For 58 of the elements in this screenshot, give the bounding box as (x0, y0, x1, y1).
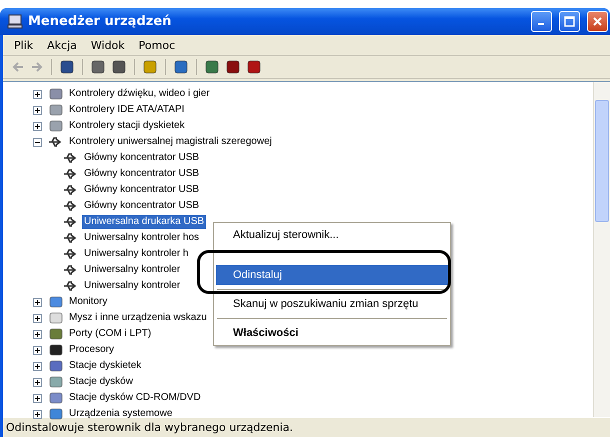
tree-item[interactable]: Stacje dyskietek (67, 359, 144, 373)
computer-icon (7, 14, 23, 29)
usb-icon (63, 199, 79, 213)
usb-icon (63, 247, 79, 261)
expand-toggle[interactable] (33, 106, 42, 114)
menu-item[interactable]: Plik (7, 38, 40, 52)
menu-item[interactable]: Pomoc (132, 38, 182, 52)
expand-toggle[interactable] (33, 394, 42, 402)
minimize-button[interactable] (531, 11, 552, 32)
collapse-toggle[interactable] (33, 138, 42, 146)
status-text: Odinstalowuje sterownik dla wybranego urządzenia. (6, 421, 294, 434)
usb-icon (63, 231, 79, 245)
tree-item[interactable]: Kontrolery uniwersalnej magistrali szeregowej (67, 135, 274, 149)
context-menu-item[interactable]: Odinstaluj (216, 265, 448, 285)
usb-icon (63, 279, 79, 293)
tree-item[interactable]: Główny koncentrator USB (82, 167, 202, 181)
usb-icon (63, 183, 79, 197)
maximize-icon (564, 16, 575, 27)
tree-item[interactable]: Kontrolery IDE ATA/ATAPI (67, 103, 186, 117)
tree-item[interactable]: Procesory (67, 343, 116, 357)
tree-item[interactable]: Główny koncentrator USB (82, 183, 202, 197)
tree-item[interactable]: Uniwersalny kontroler h (82, 247, 190, 261)
tree-item[interactable]: Porty (COM i LPT) (67, 327, 154, 341)
menu-item[interactable]: Widok (84, 38, 132, 52)
usb-icon (63, 215, 79, 229)
tree-item[interactable]: Kontrolery stacji dyskietek (67, 119, 187, 133)
usb-icon (63, 167, 79, 181)
tree-item[interactable]: Urządzenia systemowe (67, 407, 174, 421)
usb-icon (63, 151, 79, 165)
close-icon (592, 16, 603, 27)
tree-item[interactable]: Stacje dysków (67, 375, 135, 389)
expand-toggle[interactable] (33, 362, 42, 370)
maximize-button[interactable] (559, 11, 580, 32)
tree-item[interactable]: Główny koncentrator USB (82, 151, 202, 165)
expand-toggle[interactable] (33, 314, 42, 322)
usb-icon (63, 263, 79, 277)
tree-item[interactable]: Mysz i inne urządzenia wskazu (67, 311, 209, 325)
expand-toggle[interactable] (33, 90, 42, 98)
tree-item[interactable]: Uniwersalny kontroler (82, 279, 182, 293)
tree-item[interactable]: Monitory (67, 295, 110, 309)
scrollbar-thumb[interactable] (595, 100, 609, 222)
expand-toggle[interactable] (33, 122, 42, 130)
expand-toggle[interactable] (33, 330, 42, 338)
menu-item[interactable]: Akcja (40, 38, 84, 52)
tree-item[interactable]: Uniwersalny kontroler (82, 263, 182, 277)
tree-item[interactable]: Uniwersalna drukarka USB (82, 215, 206, 229)
expand-toggle[interactable] (33, 410, 42, 418)
usb-icon (48, 135, 64, 149)
window-title: Menedżer urządzeń (28, 14, 172, 29)
expand-toggle[interactable] (33, 346, 42, 354)
tree-item[interactable]: Uniwersalny kontroler hos (82, 231, 202, 245)
expand-toggle[interactable] (33, 298, 42, 306)
tree-item[interactable]: Główny koncentrator USB (82, 199, 202, 213)
tree-item[interactable]: Stacje dysków CD-ROM/DVD (67, 391, 203, 405)
expand-toggle[interactable] (33, 378, 42, 386)
scrollbar[interactable] (593, 82, 610, 417)
close-button[interactable] (587, 11, 608, 32)
tree-item[interactable]: Kontrolery dźwięku, wideo i gier (67, 87, 212, 101)
